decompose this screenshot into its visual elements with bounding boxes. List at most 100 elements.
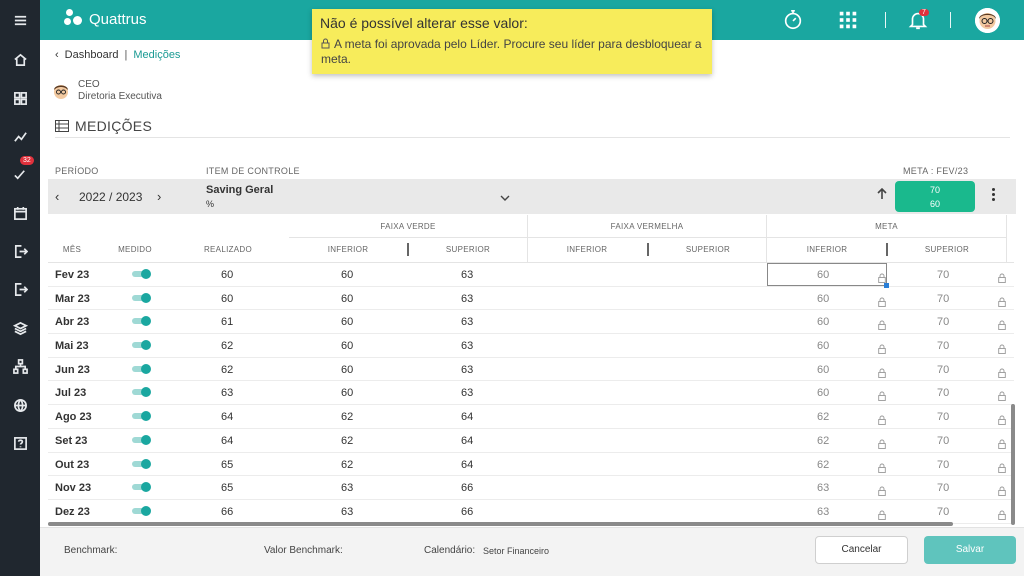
verde-inferior-cell[interactable]: 62 <box>341 429 353 453</box>
month-cell: Jun 23 <box>55 363 90 376</box>
breadcrumb-dashboard[interactable]: Dashboard <box>65 49 119 61</box>
chevron-left-icon[interactable]: ‹ <box>55 49 59 61</box>
verde-superior-cell[interactable]: 66 <box>461 476 473 500</box>
meta-superior-cell[interactable]: 70 <box>937 334 949 358</box>
hierarchy-icon[interactable] <box>0 354 40 378</box>
verde-inferior-cell[interactable]: 60 <box>341 334 353 358</box>
verde-inferior-cell[interactable]: 63 <box>341 476 353 500</box>
help-icon[interactable] <box>0 431 40 455</box>
verde-superior-cell[interactable]: 63 <box>461 287 473 311</box>
meta-superior-cell[interactable]: 70 <box>937 500 949 524</box>
verde-inferior-cell[interactable]: 60 <box>341 263 353 287</box>
meta-inferior-cell[interactable]: 60 <box>817 381 829 405</box>
meta-inferior-cell[interactable]: 60 <box>817 358 829 382</box>
column-resize-handle[interactable] <box>886 243 888 256</box>
medido-toggle[interactable] <box>132 482 152 493</box>
check-list-icon[interactable]: 32 <box>0 156 40 186</box>
verde-superior-cell[interactable]: 64 <box>461 405 473 429</box>
verde-superior-cell[interactable]: 63 <box>461 334 473 358</box>
verde-inferior-cell[interactable]: 60 <box>341 381 353 405</box>
medido-toggle[interactable] <box>132 269 152 279</box>
realizado-cell[interactable]: 62 <box>221 334 233 358</box>
chevron-left-icon[interactable]: ‹ <box>55 189 59 204</box>
verde-superior-cell[interactable]: 64 <box>461 429 473 453</box>
meta-superior-cell[interactable]: 70 <box>937 263 949 287</box>
logout-icon[interactable] <box>0 239 40 263</box>
medido-toggle[interactable] <box>132 316 152 327</box>
realizado-cell[interactable]: 65 <box>221 476 233 500</box>
home-icon[interactable] <box>0 47 40 71</box>
globe-icon[interactable] <box>0 393 40 417</box>
medido-toggle[interactable] <box>132 363 152 374</box>
medido-toggle[interactable] <box>132 434 152 445</box>
realizado-cell[interactable]: 66 <box>221 500 233 524</box>
lock-icon <box>878 292 886 307</box>
column-resize-handle[interactable] <box>407 243 409 256</box>
medido-toggle[interactable] <box>132 340 152 351</box>
verde-superior-cell[interactable]: 63 <box>461 381 473 405</box>
cancel-button[interactable]: Cancelar <box>815 536 908 564</box>
verde-superior-cell[interactable]: 66 <box>461 500 473 524</box>
trend-icon[interactable] <box>0 124 40 148</box>
chevron-down-icon[interactable] <box>500 189 510 207</box>
realizado-cell[interactable]: 64 <box>221 405 233 429</box>
verde-superior-cell[interactable]: 63 <box>461 310 473 334</box>
verde-inferior-cell[interactable]: 62 <box>341 405 353 429</box>
calendario-value: Setor Financeiro <box>483 546 550 556</box>
menu-icon[interactable] <box>0 8 40 32</box>
meta-inferior-cell[interactable]: 60 <box>817 334 829 358</box>
dashboard-icon[interactable] <box>0 86 40 110</box>
more-options-icon[interactable] <box>991 188 997 203</box>
apps-grid-icon[interactable] <box>836 8 860 32</box>
column-resize-handle[interactable] <box>647 243 649 256</box>
medido-toggle[interactable] <box>132 458 152 469</box>
realizado-cell[interactable]: 62 <box>221 358 233 382</box>
verde-inferior-cell[interactable]: 63 <box>341 500 353 524</box>
calendar-icon[interactable] <box>0 201 40 225</box>
medido-toggle[interactable] <box>132 292 152 303</box>
meta-inferior-cell[interactable]: 63 <box>817 476 829 500</box>
realizado-cell[interactable]: 64 <box>221 429 233 453</box>
vertical-scrollbar[interactable] <box>1011 404 1015 525</box>
layers-icon[interactable] <box>0 316 40 340</box>
verde-superior-cell[interactable]: 64 <box>461 453 473 477</box>
chevron-right-icon[interactable]: › <box>157 189 161 204</box>
control-item-name[interactable]: Saving Geral <box>206 184 273 196</box>
save-button[interactable]: Salvar <box>924 536 1016 564</box>
medido-toggle[interactable] <box>132 387 152 398</box>
meta-inferior-cell[interactable]: 62 <box>817 453 829 477</box>
meta-superior-cell[interactable]: 70 <box>937 287 949 311</box>
verde-superior-cell[interactable]: 63 <box>461 358 473 382</box>
meta-superior-cell[interactable]: 70 <box>937 453 949 477</box>
realizado-cell[interactable]: 60 <box>221 287 233 311</box>
meta-superior-cell[interactable]: 70 <box>937 405 949 429</box>
horizontal-scrollbar[interactable] <box>48 522 953 526</box>
meta-inferior-cell[interactable]: 62 <box>817 405 829 429</box>
verde-inferior-cell[interactable]: 60 <box>341 310 353 334</box>
meta-inferior-cell[interactable]: 60 <box>817 287 829 311</box>
verde-inferior-cell[interactable]: 60 <box>341 287 353 311</box>
meta-inferior-cell[interactable]: 63 <box>817 500 829 524</box>
exit-icon[interactable] <box>0 277 40 301</box>
user-avatar[interactable] <box>975 8 1000 33</box>
realizado-cell[interactable]: 63 <box>221 381 233 405</box>
meta-superior-cell[interactable]: 70 <box>937 476 949 500</box>
medido-toggle[interactable] <box>132 505 152 516</box>
verde-superior-cell[interactable]: 63 <box>461 263 473 287</box>
brand-logo[interactable]: Quattrus <box>64 9 147 29</box>
bell-icon[interactable]: 7 <box>906 8 930 32</box>
realizado-cell[interactable]: 61 <box>221 310 233 334</box>
meta-inferior-cell[interactable]: 60 <box>817 263 829 287</box>
meta-inferior-cell[interactable]: 60 <box>817 310 829 334</box>
realizado-cell[interactable]: 60 <box>221 263 233 287</box>
medido-toggle[interactable] <box>132 411 152 422</box>
meta-superior-cell[interactable]: 70 <box>937 381 949 405</box>
realizado-cell[interactable]: 65 <box>221 453 233 477</box>
stopwatch-icon[interactable] <box>781 8 805 32</box>
meta-superior-cell[interactable]: 70 <box>937 429 949 453</box>
verde-inferior-cell[interactable]: 62 <box>341 453 353 477</box>
verde-inferior-cell[interactable]: 60 <box>341 358 353 382</box>
meta-superior-cell[interactable]: 70 <box>937 358 949 382</box>
meta-inferior-cell[interactable]: 62 <box>817 429 829 453</box>
meta-superior-cell[interactable]: 70 <box>937 310 949 334</box>
